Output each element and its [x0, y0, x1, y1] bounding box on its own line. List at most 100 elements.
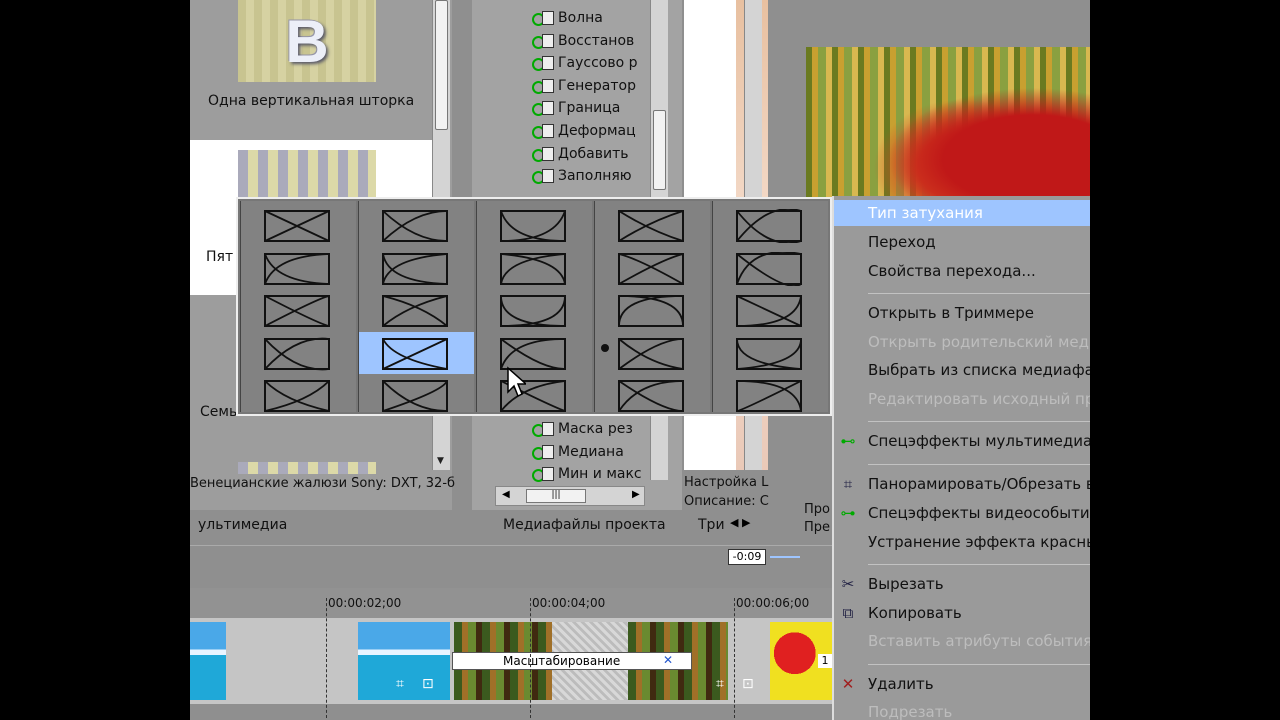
tree-item-label: Гауссово р — [558, 55, 638, 72]
tick-label: 00:00:02;00 — [328, 596, 402, 610]
fade-curve-option[interactable] — [241, 332, 356, 374]
menu-item-label: Копировать — [868, 604, 962, 622]
menu-item[interactable]: ⧉ Копировать — [834, 600, 1090, 626]
tree-item[interactable]: Медиана — [530, 441, 624, 463]
tree-scrollbar-thumb[interactable] — [653, 110, 666, 190]
menu-item[interactable]: Выбрать из списка медиафай — [834, 357, 1090, 383]
menu-item[interactable]: ⊷ Спецэффекты мультимедиа... — [834, 428, 1091, 454]
tree-item[interactable]: Гауссово р — [530, 52, 638, 74]
menu-item: Редактировать исходный про — [834, 386, 1090, 412]
fade-curve-option[interactable] — [477, 247, 592, 289]
hscroll-thumb[interactable]: ||| — [526, 489, 586, 503]
tree-item-label: Медиана — [558, 443, 624, 460]
fade-curve-option[interactable] — [241, 204, 356, 246]
plugin-icon — [530, 167, 556, 185]
fade-curve-option[interactable] — [713, 247, 828, 289]
fade-curve-option[interactable] — [713, 289, 828, 331]
menu-item[interactable]: ⌗ Панорамировать/Обрезать в — [834, 471, 1090, 497]
event-fx-icon[interactable]: ⊡ — [422, 676, 434, 692]
tree-hscrollbar[interactable]: ◀ ||| ▶ — [495, 486, 645, 506]
mouse-cursor-icon — [507, 366, 526, 398]
properties-line-1: Настройка L — [684, 475, 769, 490]
video-preview — [806, 47, 1090, 197]
tree-item[interactable]: Граница — [530, 97, 620, 119]
fade-curve-option[interactable] — [241, 289, 356, 331]
fade-curve-option[interactable] — [595, 204, 710, 246]
transition-thumbnail[interactable]: B — [238, 0, 376, 82]
menu-item[interactable]: Свойства перехода... — [834, 258, 1090, 284]
fade-curve-option[interactable] — [713, 374, 828, 416]
video-track[interactable]: Масштабирование ✕ ⌗ ⊡ ⌗ ⊡ 1 — [190, 618, 832, 704]
transition-thumbnail-2[interactable] — [238, 150, 376, 200]
scissors-icon: ✂ — [841, 575, 855, 593]
menu-item-label: Устранение эффекта красных — [868, 533, 1090, 551]
event-fx-icon[interactable]: ⊡ — [742, 676, 754, 692]
menu-separator — [868, 464, 1090, 465]
tick-label: 00:00:04;00 — [532, 596, 606, 610]
tree-item-label: Добавить — [558, 145, 629, 162]
menu-item[interactable]: Открыть в Триммере — [834, 300, 1090, 326]
menu-item-label: Открыть родительский медиа — [868, 333, 1090, 351]
fade-curve-option[interactable] — [713, 204, 828, 246]
tree-item-label: Волна — [558, 10, 603, 26]
fade-curve-option[interactable] — [477, 204, 592, 246]
tree-item[interactable]: Волна — [530, 7, 603, 29]
tree-item[interactable]: Генератор — [530, 75, 636, 97]
menu-item[interactable]: ✂ Вырезать — [834, 571, 1090, 597]
tab-trimmer[interactable]: Три — [690, 513, 733, 539]
plugin-icon — [530, 9, 556, 27]
fade-curve-option[interactable] — [241, 374, 356, 416]
fade-curve-option[interactable] — [713, 332, 828, 374]
event-badge: 1 — [818, 654, 832, 668]
preview-info-2: Пре — [804, 520, 831, 535]
plugin-icon — [530, 465, 556, 483]
event-fx-icon: ⊶ — [840, 504, 856, 522]
fade-curve-option[interactable] — [595, 332, 710, 374]
video-event[interactable] — [190, 622, 226, 700]
scroll-right-icon[interactable]: ▶ — [632, 489, 640, 500]
fade-curve-option[interactable] — [477, 289, 592, 331]
menu-item-label: Вырезать — [868, 575, 944, 593]
timeline-ruler[interactable]: 00:00:02;00 00:00:04;00 00:00:06;00 — [190, 588, 832, 618]
tree-item[interactable]: Маска рез — [530, 418, 633, 440]
video-event[interactable] — [358, 622, 450, 700]
fade-column — [594, 201, 710, 412]
menu-item[interactable]: ⊶ Спецэффекты видеособытия... — [834, 500, 1091, 526]
fade-curve-option[interactable] — [359, 204, 474, 246]
fade-curve-option[interactable] — [359, 247, 474, 289]
fade-curve-option[interactable] — [477, 332, 592, 374]
fade-curve-option[interactable] — [595, 247, 710, 289]
scrollbar-thumb[interactable] — [435, 0, 448, 130]
tab-nav-arrows[interactable]: ◀ ▶ — [730, 516, 770, 536]
fade-curve-option[interactable] — [359, 331, 474, 374]
tree-item[interactable]: Деформац — [530, 120, 636, 142]
tree-item[interactable]: Восстанов — [530, 30, 634, 52]
crop-icon[interactable]: ⌗ — [396, 676, 404, 692]
menu-item[interactable]: Устранение эффекта красных — [834, 529, 1090, 555]
menu-item-label: Открыть в Триммере — [868, 304, 1034, 322]
tree-item-label: Граница — [558, 100, 621, 117]
menu-item[interactable]: Переход — [834, 229, 1090, 255]
tree-item-label: Мин и макс — [558, 466, 642, 483]
transition-thumbnail-3[interactable] — [238, 462, 376, 474]
tab-media-fx[interactable]: ультимедиа — [190, 513, 295, 539]
fade-curve-option[interactable] — [477, 374, 592, 416]
tree-item[interactable]: Заполняю — [530, 165, 632, 187]
menu-item-label: Выбрать из списка медиафай — [868, 361, 1090, 379]
tab-project-media[interactable]: Медиафайлы проекта — [495, 513, 674, 539]
menu-item: Открыть родительский медиа — [834, 329, 1090, 355]
fade-curve-option[interactable] — [241, 247, 356, 289]
crop-icon[interactable]: ⌗ — [716, 676, 724, 692]
scroll-left-icon[interactable]: ◀ — [502, 489, 510, 500]
menu-item[interactable]: Тип затухания — [834, 200, 1090, 226]
fade-curve-option[interactable] — [359, 374, 474, 416]
menu-item-label: Редактировать исходный про — [868, 390, 1090, 408]
tree-item[interactable]: Мин и макс — [530, 463, 642, 485]
menu-item[interactable]: ✕ Удалить — [834, 671, 1090, 697]
transition-label-bar[interactable]: Масштабирование ✕ — [452, 652, 692, 670]
fade-curve-option[interactable] — [359, 289, 474, 331]
scroll-down-icon[interactable]: ▼ — [437, 456, 444, 466]
fade-curve-option[interactable] — [595, 289, 710, 331]
fade-curve-option[interactable] — [595, 374, 710, 416]
tree-item[interactable]: Добавить — [530, 143, 628, 165]
